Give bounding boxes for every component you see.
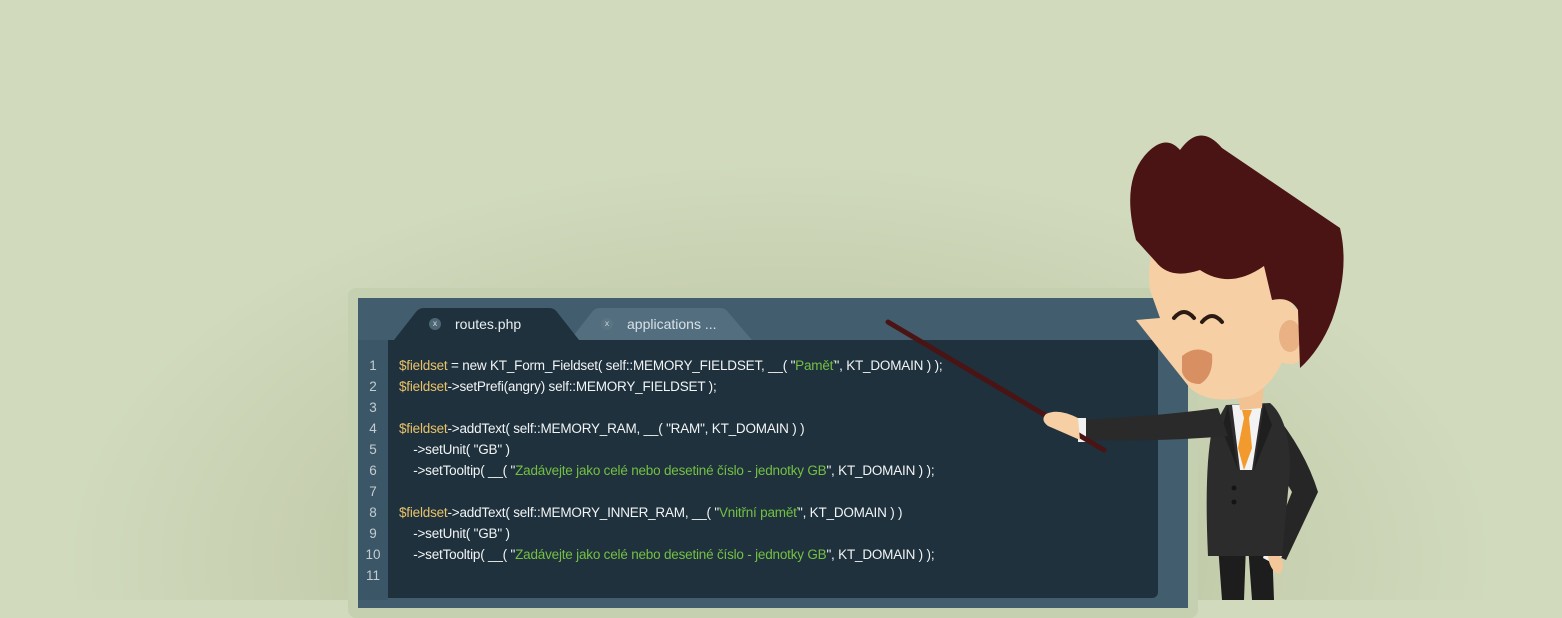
tab-label: routes.php xyxy=(455,316,522,332)
code-line: $fieldset->addText( self::MEMORY_RAM, __… xyxy=(399,418,942,439)
line-number: 7 xyxy=(369,484,377,499)
code-text: ", KT_DOMAIN ) ); xyxy=(826,463,935,478)
code-variable: $fieldset xyxy=(399,421,448,436)
code-line: ->setTooltip( __( "Zadávejte jako celé n… xyxy=(399,544,942,565)
code-variable: $fieldset xyxy=(399,358,448,373)
code-lines: $fieldset = new KT_Form_Fieldset( self::… xyxy=(399,355,943,586)
code-text: ->addText( self::MEMORY_INNER_RAM, __( " xyxy=(447,505,719,520)
line-number: 11 xyxy=(365,568,380,583)
code-line: ->setUnit( "GB" ) xyxy=(399,523,942,544)
code-text: = new KT_Form_Fieldset( self::MEMORY_FIE… xyxy=(447,358,796,373)
line-number: 5 xyxy=(369,442,377,457)
line-number: 4 xyxy=(369,421,377,436)
tab-routes-php[interactable]: x routes.php xyxy=(394,308,579,340)
tab-label: applications ... xyxy=(627,316,717,332)
code-text: ", KT_DOMAIN ) ); xyxy=(826,547,935,562)
code-line: $fieldset->setPrefi(angry) self::MEMORY_… xyxy=(399,376,942,397)
code-text: ->setPrefi(angry) self::MEMORY_FIELDSET … xyxy=(447,379,717,394)
code-variable: $fieldset xyxy=(399,505,448,520)
code-string: Zadávejte jako celé nebo desetiné číslo … xyxy=(515,463,827,478)
code-line: $fieldset = new KT_Form_Fieldset( self::… xyxy=(399,355,943,376)
code-text: ->setUnit( "GB" ) xyxy=(399,442,510,457)
close-icon[interactable]: x xyxy=(429,318,441,330)
line-number: 3 xyxy=(369,400,377,415)
code-string: Vnitřní paměť xyxy=(718,505,798,520)
line-number: 1 xyxy=(369,358,377,373)
close-icon[interactable]: x xyxy=(601,318,613,330)
code-text: ->setTooltip( __( " xyxy=(399,463,516,478)
line-number: 9 xyxy=(369,526,377,541)
code-text: ", KT_DOMAIN ) ) xyxy=(797,505,903,520)
tab-applications[interactable]: x applications ... xyxy=(570,308,752,340)
code-string: Zadávejte jako celé nebo desetiné číslo … xyxy=(515,547,827,562)
line-numbers: 1 2 3 4 5 6 7 8 9 10 11 xyxy=(358,355,388,586)
code-line: ->setUnit( "GB" ) xyxy=(399,439,942,460)
line-number: 2 xyxy=(369,379,377,394)
code-line: $fieldset->addText( self::MEMORY_INNER_R… xyxy=(399,502,942,523)
code-variable: $fieldset xyxy=(399,379,448,394)
code-string: Paměť xyxy=(795,358,835,373)
code-text: ->setUnit( "GB" ) xyxy=(399,526,510,541)
code-text: ->setTooltip( __( " xyxy=(399,547,516,562)
code-line: ->setTooltip( __( "Zadávejte jako celé n… xyxy=(399,460,942,481)
line-number: 6 xyxy=(369,463,377,478)
line-number: 8 xyxy=(369,505,377,520)
code-text: ->addText( self::MEMORY_RAM, __( "RAM", … xyxy=(447,421,805,436)
code-text: ", KT_DOMAIN ) ); xyxy=(834,358,943,373)
line-number: 10 xyxy=(365,547,381,562)
